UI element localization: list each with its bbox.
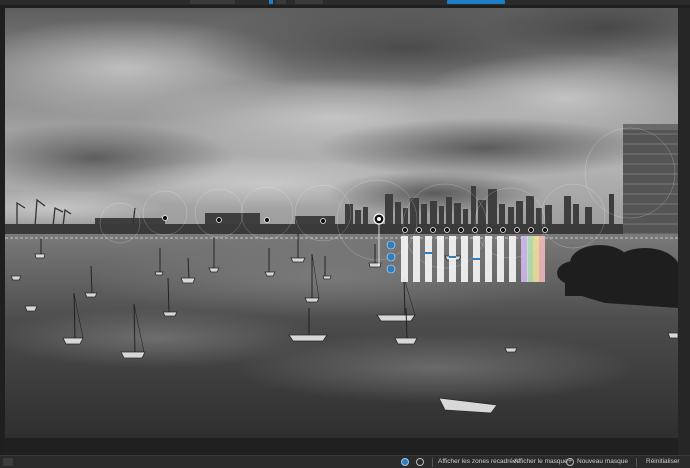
bottom-toolbar: Afficher les zones recadrées Afficher le… (0, 455, 690, 468)
plus-icon[interactable]: + (566, 458, 574, 466)
top-toolbar (0, 0, 690, 5)
divider (432, 458, 433, 467)
saturation-icon[interactable] (386, 264, 396, 274)
toolbar-field[interactable] (295, 0, 323, 4)
divider (636, 458, 637, 467)
reset-button[interactable]: Réinitialiser (646, 458, 680, 466)
show-mask-toggle[interactable]: Afficher le masque (514, 458, 568, 466)
control-point-center (377, 217, 381, 221)
right-panel-edge (678, 8, 690, 455)
show-cropped-areas-toggle[interactable]: Afficher les zones recadrées (438, 458, 520, 466)
panel-grip-icon[interactable] (3, 458, 13, 466)
shoreline (5, 224, 678, 234)
harbor-photo (5, 8, 678, 455)
toolbar-active-button[interactable] (447, 0, 505, 4)
new-mask-button[interactable]: Nouveau masque (577, 458, 628, 466)
brush-tool-icon[interactable] (416, 458, 424, 466)
dock-bottom (5, 438, 678, 455)
photo-canvas[interactable] (5, 8, 678, 455)
control-point-tool-icon[interactable] (401, 458, 409, 466)
toolbar-toggle-icon[interactable] (269, 0, 273, 4)
brightness-icon[interactable] (386, 240, 396, 250)
toolbar-field[interactable] (190, 0, 235, 4)
toolbar-button[interactable] (276, 0, 286, 4)
contrast-icon[interactable] (386, 252, 396, 262)
